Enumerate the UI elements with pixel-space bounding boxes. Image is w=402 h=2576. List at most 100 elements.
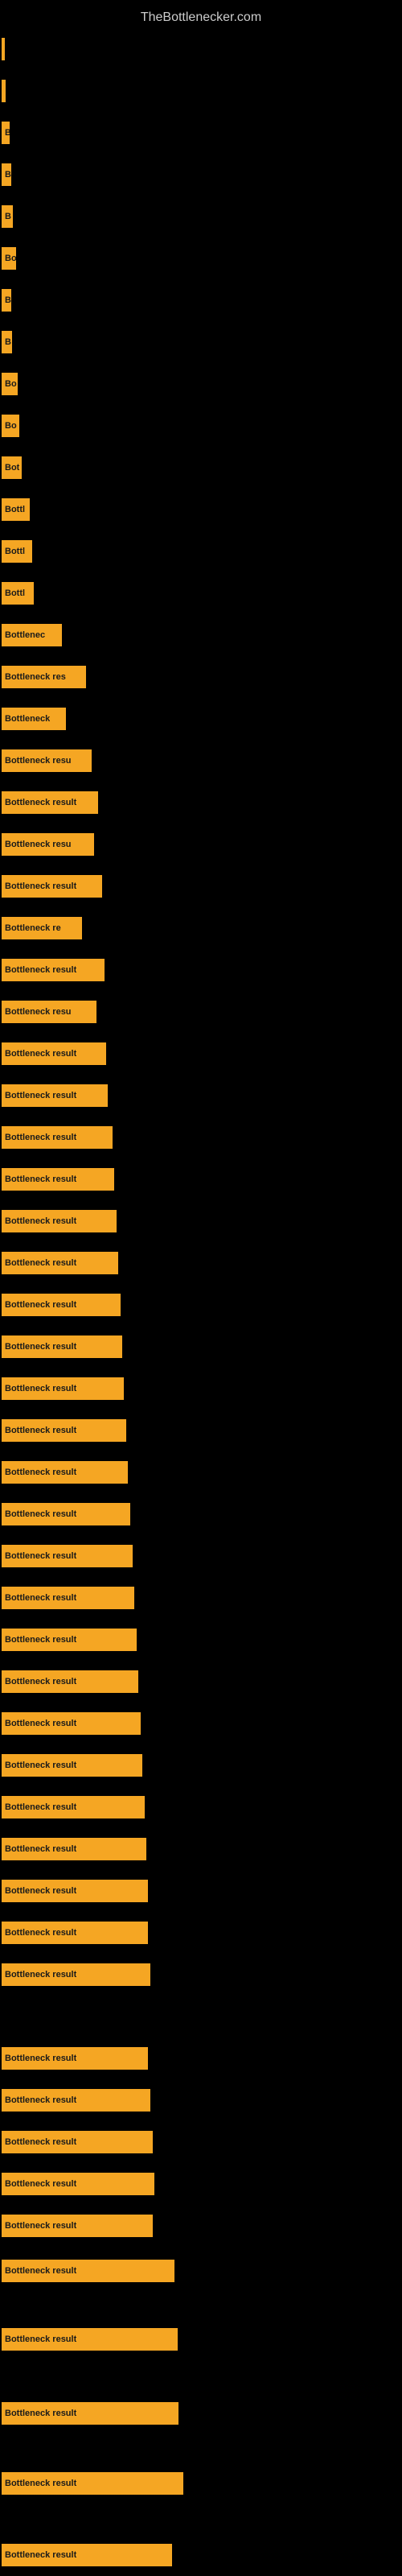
bar-label-16: Bottleneck xyxy=(5,714,50,724)
bar-label-53: Bottleneck result xyxy=(5,2334,76,2344)
bar-7: B xyxy=(2,331,12,353)
bar-row: Bot xyxy=(0,447,402,489)
bar-55: Bottleneck result xyxy=(2,2472,183,2495)
bar-54: Bottleneck result xyxy=(2,2402,178,2425)
bar-14: Bottlenec xyxy=(2,624,62,646)
bar-row: Bottleneck resu xyxy=(0,824,402,865)
bar-label-19: Bottleneck resu xyxy=(5,840,72,849)
bar-label-30: Bottleneck result xyxy=(5,1300,76,1310)
bar-label-49: Bottleneck result xyxy=(5,2137,76,2147)
bar-label-38: Bottleneck result xyxy=(5,1635,76,1645)
bar-label-51: Bottleneck result xyxy=(5,2221,76,2231)
bar-row: Bottleneck resu xyxy=(0,740,402,782)
bar-label-44: Bottleneck result xyxy=(5,1886,76,1896)
bar-label-35: Bottleneck result xyxy=(5,1509,76,1519)
bar-label-23: Bottleneck resu xyxy=(5,1007,72,1017)
bar-row: Bottleneck result xyxy=(0,2318,402,2360)
bar-30: Bottleneck result xyxy=(2,1294,121,1316)
bar-label-3: B xyxy=(5,170,11,180)
bar-row: B xyxy=(0,321,402,363)
bar-47: Bottleneck result xyxy=(2,2047,148,2070)
bar-row: Bottleneck result xyxy=(0,1577,402,1619)
bar-36: Bottleneck result xyxy=(2,1545,133,1567)
bar-17: Bottleneck resu xyxy=(2,749,92,772)
bar-label-40: Bottleneck result xyxy=(5,1719,76,1728)
bar-50: Bottleneck result xyxy=(2,2173,154,2195)
bar-34: Bottleneck result xyxy=(2,1461,128,1484)
bar-row: Bottleneck result xyxy=(0,2462,402,2504)
bar-label-2: B xyxy=(5,128,10,138)
bar-43: Bottleneck result xyxy=(2,1838,146,1860)
bar-label-12: Bottl xyxy=(5,547,25,556)
bar-label-13: Bottl xyxy=(5,588,25,598)
bar-31: Bottleneck result xyxy=(2,1335,122,1358)
bar-label-43: Bottleneck result xyxy=(5,1844,76,1854)
bar-21: Bottleneck re xyxy=(2,917,82,939)
bar-row: Bottleneck result xyxy=(0,1242,402,1284)
bar-label-33: Bottleneck result xyxy=(5,1426,76,1435)
bar-51: Bottleneck result xyxy=(2,2215,153,2237)
bar-32: Bottleneck result xyxy=(2,1377,124,1400)
bar-row: Bo xyxy=(0,237,402,279)
bar-label-6: B xyxy=(5,295,11,305)
bar-row: Bottleneck result xyxy=(0,2163,402,2205)
bar-label-9: Bo xyxy=(5,421,17,431)
bar-row: Bottleneck result xyxy=(0,2250,402,2292)
bar-row: Bottleneck result xyxy=(0,1117,402,1158)
bar-row: Bottl xyxy=(0,530,402,572)
bar-10: Bot xyxy=(2,456,22,479)
bar-row: Bottleneck result xyxy=(0,1619,402,1661)
bar-row: B xyxy=(0,112,402,154)
bar-46: Bottleneck result xyxy=(2,1963,150,1986)
bar-label-5: Bo xyxy=(5,254,16,263)
bar-row: Bottleneck re xyxy=(0,907,402,949)
bar-row: Bo xyxy=(0,363,402,405)
site-title: TheBottlenecker.com xyxy=(0,4,402,31)
bar-2: B xyxy=(2,122,10,144)
bar-28: Bottleneck result xyxy=(2,1210,117,1232)
bar-label-52: Bottleneck result xyxy=(5,2266,76,2276)
bar-row xyxy=(0,70,402,112)
bar-35: Bottleneck result xyxy=(2,1503,130,1525)
bar-16: Bottleneck xyxy=(2,708,66,730)
bar-label-34: Bottleneck result xyxy=(5,1468,76,1477)
bar-label-4: B xyxy=(5,212,11,221)
bar-row: Bottleneck res xyxy=(0,656,402,698)
bar-row: Bo xyxy=(0,405,402,447)
bar-row: Bottleneck result xyxy=(0,2205,402,2247)
bar-label-11: Bottl xyxy=(5,505,25,514)
bar-3: B xyxy=(2,163,11,186)
bar-label-29: Bottleneck result xyxy=(5,1258,76,1268)
bar-label-36: Bottleneck result xyxy=(5,1551,76,1561)
bar-4: B xyxy=(2,205,13,228)
bar-row: Bottleneck result xyxy=(0,1075,402,1117)
bar-row: Bottleneck result xyxy=(0,1493,402,1535)
bar-20: Bottleneck result xyxy=(2,875,102,898)
bar-label-37: Bottleneck result xyxy=(5,1593,76,1603)
bar-5: Bo xyxy=(2,247,16,270)
bar-26: Bottleneck result xyxy=(2,1126,113,1149)
bar-label-15: Bottleneck res xyxy=(5,672,66,682)
bar-label-14: Bottlenec xyxy=(5,630,45,640)
bar-row: Bottleneck result xyxy=(0,2534,402,2576)
bar-row: B xyxy=(0,279,402,321)
bar-row: Bottleneck result xyxy=(0,782,402,824)
bar-27: Bottleneck result xyxy=(2,1168,114,1191)
bar-label-32: Bottleneck result xyxy=(5,1384,76,1393)
bar-row: Bottleneck result xyxy=(0,1870,402,1912)
bar-15: Bottleneck res xyxy=(2,666,86,688)
bar-row: B xyxy=(0,154,402,196)
bar-11: Bottl xyxy=(2,498,30,521)
bar-row: Bottleneck result xyxy=(0,1661,402,1703)
bar-row: Bottleneck result xyxy=(0,2079,402,2121)
bar-row: Bottleneck result xyxy=(0,1786,402,1828)
bar-row: Bottl xyxy=(0,572,402,614)
bar-38: Bottleneck result xyxy=(2,1629,137,1651)
bar-25: Bottleneck result xyxy=(2,1084,108,1107)
bar-9: Bo xyxy=(2,415,19,437)
bar-6: B xyxy=(2,289,11,312)
bar-label-24: Bottleneck result xyxy=(5,1049,76,1059)
bar-48: Bottleneck result xyxy=(2,2089,150,2112)
bar-label-54: Bottleneck result xyxy=(5,2409,76,2418)
bar-45: Bottleneck result xyxy=(2,1922,148,1944)
